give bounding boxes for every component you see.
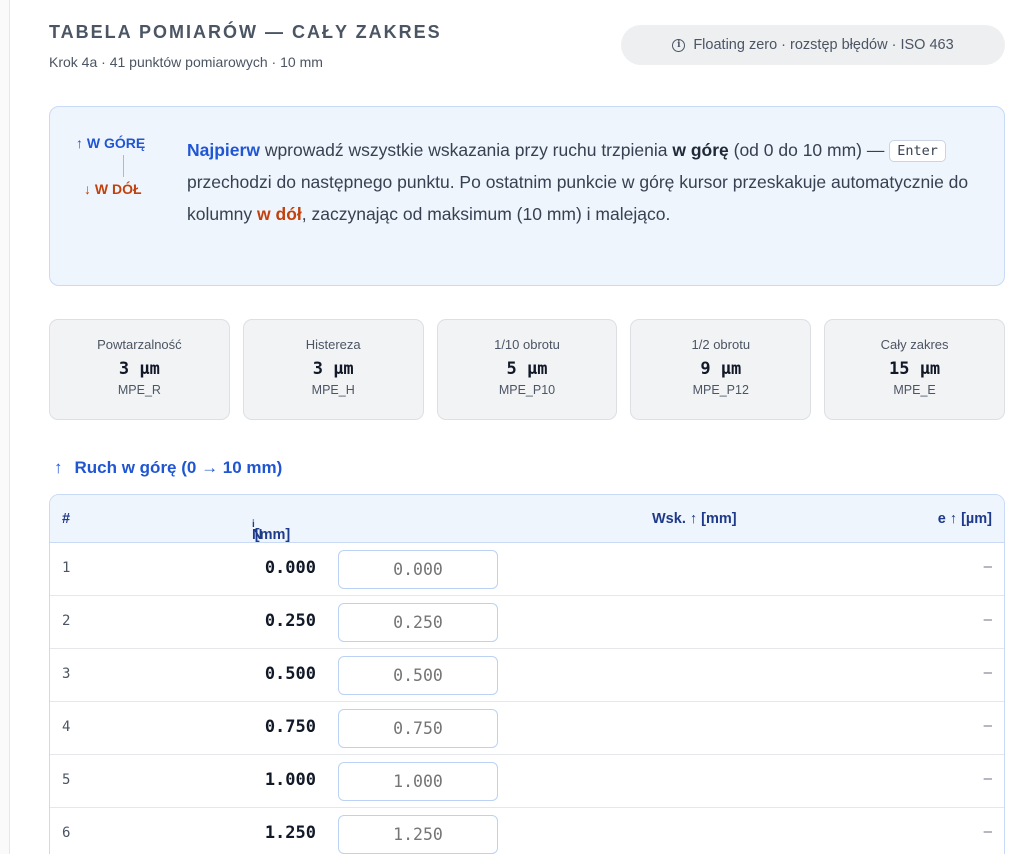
- reading-input[interactable]: [338, 550, 498, 589]
- row-nominal: 1.000: [264, 770, 316, 790]
- card-value: 9 µm: [700, 359, 742, 379]
- instruction-panel: ↑ W GÓRĘ ↓ W DÓŁ Najpierw wprowadź wszys…: [49, 106, 1005, 286]
- direction-indicator: ↑ W GÓRĘ ↓ W DÓŁ: [76, 135, 172, 197]
- card-label: Cały zakres: [880, 337, 949, 352]
- table-row: 4 0.750 –: [50, 702, 1004, 755]
- reading-input[interactable]: [338, 709, 498, 748]
- card-code: MPE_P10: [498, 383, 556, 397]
- row-error: –: [983, 770, 992, 787]
- card-label: 1/10 obrotu: [494, 337, 560, 352]
- row-error: –: [983, 558, 992, 575]
- column-header-nominal: Ni [mm]: [252, 511, 290, 543]
- instruction-part: (od 0 do 10 mm) —: [728, 140, 890, 160]
- table-row: 1 0.000 –: [50, 543, 1004, 596]
- card-label: 1/2 obrotu: [691, 337, 751, 352]
- reading-input[interactable]: [338, 656, 498, 695]
- reading-input[interactable]: [338, 815, 498, 854]
- direction-up-label: ↑ W GÓRĘ: [76, 135, 146, 151]
- instruction-emphasis-first: Najpierw: [187, 140, 260, 160]
- card-value: 15 µm: [888, 359, 941, 379]
- tolerance-card-hysteresis: Histereza 3 µm MPE_H: [242, 319, 424, 420]
- column-header-nominal-unit: [mm]: [254, 527, 291, 543]
- measurement-table: # Ni [mm] Wsk. ↑ [mm] e ↑ [µm] 1 0.000 –…: [49, 494, 1005, 854]
- card-value: 3 µm: [118, 359, 160, 379]
- tolerance-cards: Powtarzalność 3 µm MPE_R Histereza 3 µm …: [49, 319, 1005, 420]
- row-nominal: 1.250: [264, 823, 316, 843]
- card-value: 3 µm: [312, 359, 354, 379]
- row-error: –: [983, 717, 992, 734]
- table-row: 6 1.250 –: [50, 808, 1004, 854]
- instruction-text: Najpierw wprowadź wszystkie wskazania pr…: [187, 134, 987, 230]
- tolerance-card-full-range: Cały zakres 15 µm MPE_E: [824, 319, 1005, 420]
- row-number: 6: [62, 825, 71, 841]
- row-number: 2: [62, 613, 71, 629]
- badge-text: Floating zero · rozstęp błędów · ISO 463: [693, 37, 954, 53]
- row-number: 3: [62, 666, 71, 682]
- tolerance-card-tenth-turn: 1/10 obrotu 5 µm MPE_P10: [436, 319, 618, 420]
- card-code: MPE_E: [893, 383, 936, 397]
- info-circle-icon: i: [672, 38, 686, 52]
- page-subtitle: Krok 4a · 41 punktów pomiarowych · 10 mm: [49, 54, 323, 70]
- section-title-text: Ruch w górę (0 → 10 mm): [74, 458, 283, 477]
- left-panel-edge: [0, 0, 10, 854]
- column-header-error: e ↑ [µm]: [937, 511, 992, 527]
- row-error: –: [983, 664, 992, 681]
- card-code: MPE_H: [311, 383, 355, 397]
- card-label: Powtarzalność: [97, 337, 182, 352]
- row-nominal: 0.750: [264, 717, 316, 737]
- direction-down-label: ↓ W DÓŁ: [84, 181, 142, 197]
- standard-badge: i Floating zero · rozstęp błędów · ISO 4…: [621, 25, 1005, 65]
- table-row: 3 0.500 –: [50, 649, 1004, 702]
- instruction-part: wprowadź wszystkie wskazania przy ruchu …: [259, 140, 673, 160]
- row-nominal: 0.000: [264, 558, 316, 578]
- tolerance-card-half-turn: 1/2 obrotu 9 µm MPE_P12: [630, 319, 812, 420]
- reading-input[interactable]: [338, 762, 498, 801]
- row-error: –: [983, 611, 992, 628]
- instruction-part: , zaczynając od maksimum (10 mm) i malej…: [301, 204, 671, 224]
- column-header-number: #: [62, 511, 71, 527]
- measurement-page: TABELA POMIARÓW — CAŁY ZAKRES Krok 4a · …: [49, 0, 1005, 854]
- page-title: TABELA POMIARÓW — CAŁY ZAKRES: [49, 22, 442, 42]
- row-nominal: 0.500: [264, 664, 316, 684]
- card-code: MPE_P12: [692, 383, 749, 397]
- table-row: 5 1.000 –: [50, 755, 1004, 808]
- row-number: 4: [62, 719, 71, 735]
- row-number: 5: [62, 772, 71, 788]
- table-row: 2 0.250 –: [50, 596, 1004, 649]
- card-label: Histereza: [305, 337, 361, 352]
- card-value: 5 µm: [506, 359, 548, 379]
- direction-connector: [123, 155, 124, 177]
- page-header: TABELA POMIARÓW — CAŁY ZAKRES Krok 4a · …: [49, 0, 1005, 100]
- enter-key-hint: Enter: [889, 140, 946, 162]
- arrow-up-icon: ↑: [54, 458, 63, 477]
- row-error: –: [983, 823, 992, 840]
- row-number: 1: [62, 560, 71, 576]
- reading-input[interactable]: [338, 603, 498, 642]
- tolerance-card-repeatability: Powtarzalność 3 µm MPE_R: [49, 319, 230, 420]
- instruction-emphasis-up: w górę: [672, 140, 729, 160]
- instruction-emphasis-down: w dół: [257, 204, 302, 224]
- card-code: MPE_R: [117, 383, 161, 397]
- section-title-upward: ↑ Ruch w górę (0 → 10 mm): [54, 458, 282, 478]
- row-nominal: 0.250: [264, 611, 316, 631]
- table-header: # Ni [mm] Wsk. ↑ [mm] e ↑ [µm]: [50, 495, 1004, 543]
- column-header-reading: Wsk. ↑ [mm]: [652, 511, 737, 527]
